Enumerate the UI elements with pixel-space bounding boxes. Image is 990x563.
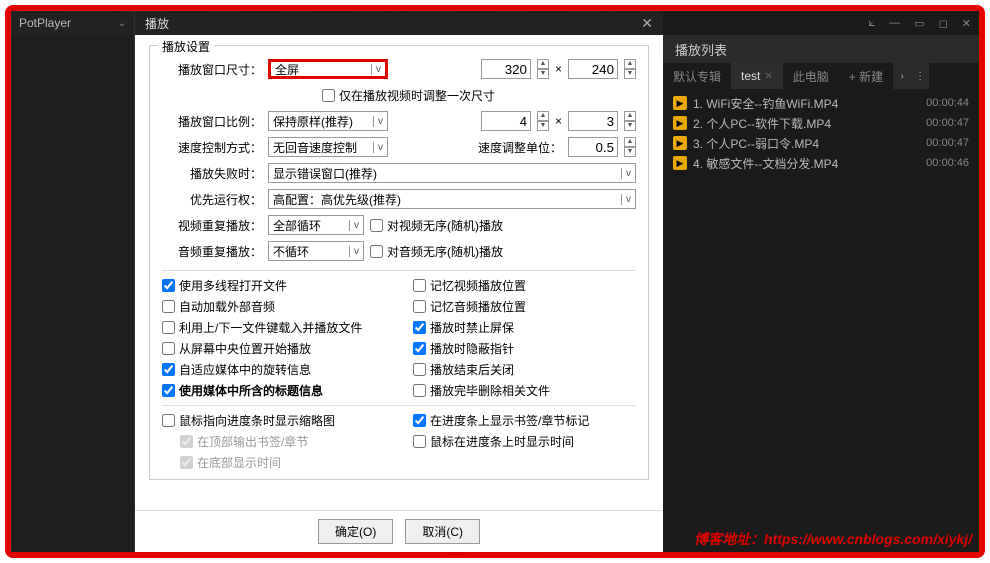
- option-checkbox[interactable]: 记忆音频播放位置: [413, 298, 636, 315]
- play-icon: ▶: [673, 116, 687, 130]
- ratio-b-input[interactable]: [568, 111, 618, 131]
- playlist-item[interactable]: ▶ 2. 个人PC--软件下载.MP4 00:00:47: [663, 113, 979, 133]
- option-checkbox[interactable]: 播放结束后关闭: [413, 361, 636, 378]
- speed-unit-input[interactable]: [568, 137, 618, 157]
- restore-icon[interactable]: ▭: [914, 17, 924, 30]
- option-checkbox[interactable]: 在底部显示时间: [162, 454, 385, 471]
- video-repeat-select[interactable]: 全部循环v: [268, 215, 364, 235]
- playlist-tab[interactable]: + 新建: [839, 63, 893, 89]
- cancel-button[interactable]: 取消(C): [405, 519, 480, 544]
- chevron-down-icon: v: [373, 116, 387, 127]
- close-icon[interactable]: ✕: [764, 71, 772, 82]
- item-duration: 00:00:44: [926, 97, 969, 109]
- priority-label: 优先运行权：: [162, 191, 262, 208]
- option-checkbox[interactable]: 在进度条上显示书签/章节标记: [413, 412, 636, 429]
- play-icon: ▶: [673, 156, 687, 170]
- fail-select[interactable]: 显示错误窗口(推荐)v: [268, 163, 636, 183]
- player-sidebar: PotPlayer ⌄: [11, 11, 135, 552]
- audio-repeat-label: 音频重复播放：: [162, 243, 262, 260]
- pin-icon[interactable]: ⟀: [869, 17, 876, 30]
- chevron-down-icon[interactable]: ⌄: [118, 18, 126, 29]
- height-spinner[interactable]: ▲▼: [624, 59, 636, 79]
- play-icon: ▶: [673, 136, 687, 150]
- dialog-body: 播放设置 播放窗口尺寸： 全屏 v ▲▼ × ▲▼ 仅在播放视频时调整一次尺寸: [135, 35, 663, 510]
- audio-repeat-select[interactable]: 不循环v: [268, 241, 364, 261]
- chevron-down-icon: v: [373, 142, 387, 153]
- blog-link: 博客地址：https://www.cnblogs.com/xiykj/: [694, 529, 972, 549]
- option-checkbox[interactable]: 播放完毕删除相关文件: [413, 382, 636, 399]
- speed-unit-label: 速度调整单位：: [478, 139, 562, 156]
- speed-mode-label: 速度控制方式：: [162, 139, 262, 156]
- item-duration: 00:00:47: [926, 117, 969, 129]
- option-checkbox[interactable]: 播放时禁止屏保: [413, 319, 636, 336]
- priority-select[interactable]: 高配置：高优先级(推荐)v: [268, 189, 636, 209]
- playlist-item[interactable]: ▶ 1. WiFi安全--钓鱼WiFi.MP4 00:00:44: [663, 93, 979, 113]
- ratio-a-input[interactable]: [481, 111, 531, 131]
- only-resize-checkbox[interactable]: 仅在播放视频时调整一次尺寸: [322, 87, 495, 104]
- item-duration: 00:00:46: [926, 157, 969, 169]
- option-checkbox[interactable]: 自动加载外部音频: [162, 298, 385, 315]
- width-spinner[interactable]: ▲▼: [537, 59, 549, 79]
- dialog-title: 播放: [145, 15, 169, 32]
- audio-shuffle-checkbox[interactable]: 对音频无序(随机)播放: [370, 243, 503, 260]
- chevron-down-icon: v: [621, 194, 635, 205]
- minimize-icon[interactable]: —: [889, 17, 900, 29]
- chevron-down-icon: v: [371, 64, 385, 75]
- close-icon[interactable]: ✕: [641, 15, 653, 32]
- window-size-label: 播放窗口尺寸：: [162, 61, 262, 78]
- tab-menu-icon[interactable]: ⋮: [911, 63, 929, 89]
- option-checkbox[interactable]: 记忆视频播放位置: [413, 277, 636, 294]
- settings-dialog: 播放 ✕ 播放设置 播放窗口尺寸： 全屏 v ▲▼ × ▲▼: [135, 11, 663, 552]
- playlist-panel: ⟀ — ▭ ◻ ✕ 播放列表 默认专辑test✕此电脑+ 新建›⋮ ▶ 1. Wi…: [663, 11, 979, 552]
- video-shuffle-checkbox[interactable]: 对视频无序(随机)播放: [370, 217, 503, 234]
- maximize-icon[interactable]: ◻: [939, 17, 948, 30]
- playlist-tab[interactable]: 默认专辑: [663, 63, 731, 89]
- option-checkbox[interactable]: 在顶部输出书签/章节: [162, 433, 385, 450]
- playlist-title: 播放列表: [663, 35, 979, 63]
- tab-overflow-icon[interactable]: ›: [893, 63, 911, 89]
- option-checkbox[interactable]: 鼠标指向进度条时显示缩略图: [162, 412, 385, 429]
- fail-label: 播放失败时：: [162, 165, 262, 182]
- height-input[interactable]: [568, 59, 618, 79]
- option-checkbox[interactable]: 播放时隐蔽指针: [413, 340, 636, 357]
- app-name: PotPlayer: [19, 16, 71, 30]
- item-duration: 00:00:47: [926, 137, 969, 149]
- fieldset-legend: 播放设置: [158, 38, 214, 55]
- item-name: 4. 敏感文件--文档分发.MP4: [693, 155, 838, 172]
- option-checkbox[interactable]: 使用媒体中所含的标题信息: [162, 382, 385, 399]
- dialog-buttons: 确定(O) 取消(C): [135, 510, 663, 552]
- video-repeat-label: 视频重复播放：: [162, 217, 262, 234]
- item-name: 3. 个人PC--弱口令.MP4: [693, 135, 819, 152]
- option-checkbox[interactable]: 从屏幕中央位置开始播放: [162, 340, 385, 357]
- playlist-item[interactable]: ▶ 3. 个人PC--弱口令.MP4 00:00:47: [663, 133, 979, 153]
- speed-mode-select[interactable]: 无回音速度控制v: [268, 137, 388, 157]
- playlist-tab[interactable]: 此电脑: [783, 63, 839, 89]
- option-checkbox[interactable]: 鼠标在进度条上时显示时间: [413, 433, 636, 450]
- item-name: 1. WiFi安全--钓鱼WiFi.MP4: [693, 95, 838, 112]
- chevron-down-icon: v: [349, 220, 363, 231]
- playlist-tab[interactable]: test✕: [731, 63, 783, 89]
- ok-button[interactable]: 确定(O): [318, 519, 393, 544]
- app-window: PotPlayer ⌄ 播放 ✕ 播放设置 播放窗口尺寸： 全屏 v ▲▼: [11, 11, 979, 552]
- option-checkbox[interactable]: 自适应媒体中的旋转信息: [162, 361, 385, 378]
- play-icon: ▶: [673, 96, 687, 110]
- option-checkbox[interactable]: 使用多线程打开文件: [162, 277, 385, 294]
- item-name: 2. 个人PC--软件下载.MP4: [693, 115, 831, 132]
- chevron-down-icon: v: [349, 246, 363, 257]
- ratio-label: 播放窗口比例：: [162, 113, 262, 130]
- dialog-titlebar: 播放 ✕: [135, 11, 663, 35]
- close-icon[interactable]: ✕: [962, 17, 971, 30]
- width-input[interactable]: [481, 59, 531, 79]
- option-checkbox[interactable]: 利用上/下一文件键载入并播放文件: [162, 319, 385, 336]
- play-settings-fieldset: 播放设置 播放窗口尺寸： 全屏 v ▲▼ × ▲▼ 仅在播放视频时调整一次尺寸: [149, 45, 649, 480]
- chevron-down-icon: v: [621, 168, 635, 179]
- window-controls: ⟀ — ▭ ◻ ✕: [663, 11, 979, 35]
- playlist-item[interactable]: ▶ 4. 敏感文件--文档分发.MP4 00:00:46: [663, 153, 979, 173]
- ratio-select[interactable]: 保持原样(推荐)v: [268, 111, 388, 131]
- window-size-select[interactable]: 全屏 v: [268, 59, 388, 79]
- player-title-bar: PotPlayer ⌄: [11, 11, 134, 35]
